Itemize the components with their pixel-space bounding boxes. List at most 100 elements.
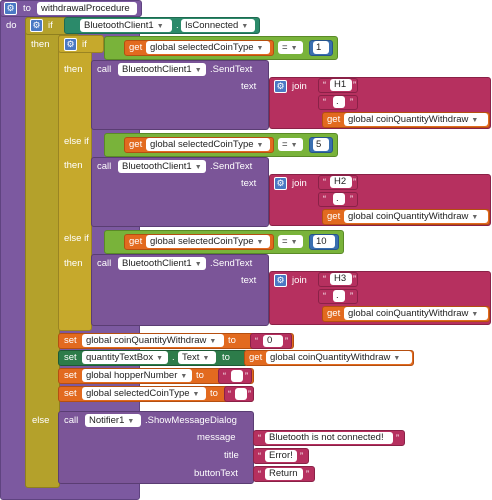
method-name: SendText xyxy=(212,64,253,75)
eq-select[interactable]: = ▼ xyxy=(278,235,303,248)
outer-if-label: if xyxy=(48,20,53,31)
dropdown-icon: ▼ xyxy=(241,23,249,30)
set-qty-var-select[interactable]: global coinQuantityWithdraw ▼ xyxy=(82,334,224,347)
to-label: to xyxy=(210,388,218,399)
text-field-h1[interactable]: H1 xyxy=(330,79,352,91)
bt-property-select[interactable]: IsConnected ▼ xyxy=(181,19,255,32)
var-select[interactable]: global selectedCoinType ▼ xyxy=(146,41,270,54)
quote-icon: ” xyxy=(353,177,356,187)
procedure-do-label: do xyxy=(6,20,17,31)
text-field-sep-3[interactable]: . xyxy=(333,290,345,302)
call-label: call xyxy=(64,415,79,426)
text-field-sep-2[interactable]: . xyxy=(333,193,345,205)
number-field-1[interactable]: 1 xyxy=(313,41,329,54)
text-field-empty-1[interactable] xyxy=(231,370,243,382)
quote-icon: ” xyxy=(245,371,248,381)
inner-if-gear-icon[interactable]: ⚙ xyxy=(64,38,77,51)
var-name: global coinQuantityWithdraw xyxy=(348,308,469,319)
quote-icon: ” xyxy=(285,336,288,346)
quote-icon: “ xyxy=(255,336,258,346)
bt-component-select[interactable]: BluetoothClient1 ▼ xyxy=(118,63,206,76)
procedure-to-label: to xyxy=(23,3,31,14)
quote-icon: “ xyxy=(228,389,231,399)
quote-icon: “ xyxy=(323,80,326,90)
var-name: global coinQuantityWithdraw xyxy=(270,352,391,363)
number-field-2[interactable]: 5 xyxy=(313,138,329,151)
set-hopper-var-select[interactable]: global hopperNumber ▼ xyxy=(82,369,192,382)
get-label: get xyxy=(129,139,143,150)
qty-var-select[interactable]: global coinQuantityWithdraw ▼ xyxy=(344,113,488,126)
join-gear-icon[interactable]: ⚙ xyxy=(274,274,287,287)
var-select[interactable]: global selectedCoinType ▼ xyxy=(146,235,270,248)
dropdown-icon: ▼ xyxy=(256,45,264,52)
eq-sign: = xyxy=(282,139,288,150)
textbox-property-select[interactable]: Text ▼ xyxy=(178,351,216,364)
text-field-h2[interactable]: H2 xyxy=(330,176,352,188)
text-param-label: text xyxy=(241,178,257,189)
set-cointype-var-select[interactable]: global selectedCoinType ▼ xyxy=(82,387,206,400)
quote-icon: “ xyxy=(223,371,226,381)
join-label: join xyxy=(292,178,307,189)
notifier-component-select[interactable]: Notifier1 ▼ xyxy=(85,414,141,427)
bt-component-select[interactable]: BluetoothClient1 ▼ xyxy=(118,257,206,270)
text-field-h3[interactable]: H3 xyxy=(330,273,352,285)
bt-component-select[interactable]: BluetoothClient1 ▼ xyxy=(80,19,172,32)
var-select[interactable]: global selectedCoinType ▼ xyxy=(146,138,270,151)
var-name: global coinQuantityWithdraw xyxy=(348,114,469,125)
to-label: to xyxy=(228,335,236,346)
qty-var-select[interactable]: global coinQuantityWithdraw ▼ xyxy=(344,307,488,320)
method-label: .SendText xyxy=(210,161,253,172)
join-gear-icon[interactable]: ⚙ xyxy=(274,177,287,190)
text-field-empty-2[interactable] xyxy=(235,388,247,400)
call-label: call xyxy=(97,161,112,172)
dropdown-icon: ▼ xyxy=(194,164,202,171)
eq-select[interactable]: = ▼ xyxy=(278,138,303,151)
dropdown-icon: ▼ xyxy=(156,355,164,362)
dot-label: . xyxy=(172,352,175,363)
dropdown-icon: ▼ xyxy=(290,239,298,246)
get-label: get xyxy=(129,236,143,247)
textbox-component-select[interactable]: quantityTextBox ▼ xyxy=(82,351,168,364)
text-field-title[interactable]: Error! xyxy=(265,450,297,462)
quote-icon: ” xyxy=(353,80,356,90)
dropdown-icon: ▼ xyxy=(471,117,479,124)
quote-icon: “ xyxy=(323,177,326,187)
quote-icon: ” xyxy=(396,433,399,443)
dropdown-icon: ▼ xyxy=(256,239,264,246)
quote-icon: “ xyxy=(258,451,261,461)
dropdown-icon: ▼ xyxy=(192,391,200,398)
set-label: set xyxy=(64,370,77,381)
set-label: set xyxy=(64,335,77,346)
text-field-message[interactable]: Bluetooth is not connected! xyxy=(265,432,393,444)
procedure-name-field[interactable]: withdrawalProcedure xyxy=(37,2,137,15)
qty-var-select[interactable]: global coinQuantityWithdraw ▼ xyxy=(344,210,488,223)
get-qty-var-select[interactable]: global coinQuantityWithdraw ▼ xyxy=(266,351,412,364)
dropdown-icon: ▼ xyxy=(194,67,202,74)
outer-if-gear-icon[interactable]: ⚙ xyxy=(30,19,43,32)
inner-if-block[interactable] xyxy=(58,35,92,331)
var-name: global hopperNumber xyxy=(86,370,178,381)
to-label: to xyxy=(222,352,230,363)
dropdown-icon: ▼ xyxy=(180,373,188,380)
quote-icon: “ xyxy=(323,274,326,284)
title-param-label: title xyxy=(224,450,239,461)
text-field-zero[interactable]: 0 xyxy=(263,335,283,347)
eq-select[interactable]: = ▼ xyxy=(278,41,303,54)
quote-icon: ” xyxy=(350,194,353,204)
method-name: ShowMessageDialog xyxy=(147,415,237,426)
dropdown-icon: ▼ xyxy=(202,355,210,362)
call-label: call xyxy=(97,258,112,269)
method-label: .SendText xyxy=(210,64,253,75)
procedure-gear-icon[interactable]: ⚙ xyxy=(4,2,17,15)
var-name: global coinQuantityWithdraw xyxy=(86,335,207,346)
quote-icon: ” xyxy=(350,291,353,301)
get-label: get xyxy=(327,114,341,125)
text-field-sep-1[interactable]: . xyxy=(333,96,345,108)
bt-component-select[interactable]: BluetoothClient1 ▼ xyxy=(118,160,206,173)
number-field-3[interactable]: 10 xyxy=(313,235,335,248)
var-name: global selectedCoinType xyxy=(86,388,190,399)
elseif-2-label: else if xyxy=(64,233,89,244)
quote-icon: ” xyxy=(306,469,309,479)
text-field-button[interactable]: Return xyxy=(265,468,303,480)
join-gear-icon[interactable]: ⚙ xyxy=(274,80,287,93)
